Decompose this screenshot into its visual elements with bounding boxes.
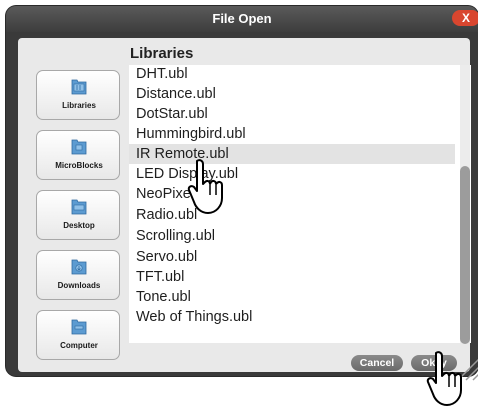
file-item[interactable]: Web of Things.ubl (129, 307, 455, 327)
hand-pointer-cursor-icon (426, 351, 462, 406)
shortcut-label: Computer (60, 341, 98, 350)
dialog-title: File Open (212, 11, 272, 26)
file-item[interactable]: LED Display.ubl (129, 164, 455, 184)
shortcut-label: Desktop (63, 221, 95, 230)
computer-folder-icon (71, 319, 87, 335)
file-item[interactable]: Tone.ubl (129, 287, 455, 307)
file-item[interactable]: Scrolling.ubl (129, 226, 455, 246)
dialog-content: Libraries Libraries MicroBlocks Desktop … (18, 38, 471, 372)
shortcut-microblocks-button[interactable]: MicroBlocks (36, 130, 120, 180)
file-item[interactable]: NeoPixel.ubl (129, 184, 455, 204)
desktop-folder-icon (71, 199, 87, 215)
shortcut-label: Downloads (57, 281, 101, 290)
close-button[interactable]: X (452, 10, 478, 26)
shortcut-label: MicroBlocks (55, 161, 103, 170)
current-folder-label: Libraries (130, 45, 194, 62)
file-item[interactable]: Servo.ubl (129, 247, 455, 267)
file-item-selected[interactable]: IR Remote.ubl (129, 144, 455, 164)
title-bar[interactable]: File Open X (6, 6, 478, 32)
shortcut-downloads-button[interactable]: Downloads (36, 250, 120, 300)
hand-pointer-cursor-icon (187, 159, 223, 214)
file-item[interactable]: Radio.ubl (129, 205, 455, 225)
file-item[interactable]: DHT.ubl (129, 65, 455, 84)
shortcut-libraries-button[interactable]: Libraries (36, 70, 120, 120)
libraries-folder-icon (71, 79, 87, 95)
microblocks-folder-icon (71, 139, 87, 155)
file-item[interactable]: TFT.ubl (129, 267, 455, 287)
file-item[interactable]: Hummingbird.ubl (129, 124, 455, 144)
file-item[interactable]: Distance.ubl (129, 84, 455, 104)
shortcut-desktop-button[interactable]: Desktop (36, 190, 120, 240)
file-open-dialog: File Open X Libraries Libraries MicroBlo… (6, 6, 478, 381)
file-list[interactable]: DHT.ubl Distance.ubl DotStar.ubl Humming… (129, 65, 471, 343)
shortcut-computer-button[interactable]: Computer (36, 310, 120, 360)
file-item[interactable]: DotStar.ubl (129, 104, 455, 124)
cancel-button[interactable]: Cancel (351, 355, 403, 371)
shortcut-label: Libraries (62, 101, 96, 110)
scrollbar-thumb[interactable] (460, 166, 470, 344)
downloads-folder-icon (71, 259, 87, 275)
